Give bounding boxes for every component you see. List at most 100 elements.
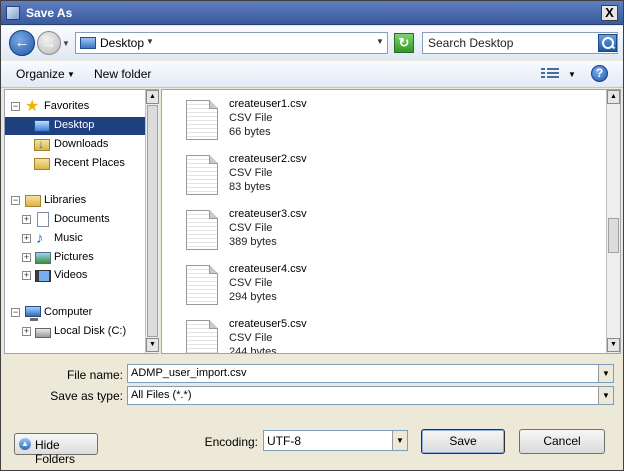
hide-folders-button[interactable]: ▲ Hide Folders xyxy=(14,433,98,466)
scroll-down-icon[interactable]: ▼ xyxy=(607,338,620,352)
file-size: 83 bytes xyxy=(229,181,271,193)
file-item[interactable]: createuser5.csv CSV File 244 bytes xyxy=(184,318,384,354)
encoding-dropdown-icon[interactable]: ▼ xyxy=(392,431,407,450)
file-type: CSV File xyxy=(229,332,273,344)
csv-file-icon xyxy=(186,320,218,353)
expand-icon[interactable]: + xyxy=(22,271,31,280)
file-type: CSV File xyxy=(229,167,273,179)
cancel-button[interactable]: Cancel xyxy=(519,429,605,454)
nav-pictures[interactable]: + Pictures xyxy=(5,249,145,267)
search-input[interactable]: Search Desktop xyxy=(428,36,513,50)
file-name: createuser1.csv xyxy=(229,98,307,110)
nav-recent-places[interactable]: Recent Places xyxy=(5,155,145,173)
collapse-icon[interactable]: − xyxy=(11,196,20,205)
organize-dropdown-icon[interactable]: ▼ xyxy=(67,70,75,79)
file-size: 244 bytes xyxy=(229,346,277,354)
libraries-icon xyxy=(25,195,41,207)
view-options-dropdown-icon[interactable]: ▼ xyxy=(568,70,576,79)
address-location: Desktop xyxy=(100,36,145,50)
save-button[interactable]: Save xyxy=(421,429,505,454)
file-list-scrollbar[interactable]: ▲ ▼ xyxy=(606,90,620,353)
nav-libraries[interactable]: − Libraries xyxy=(5,192,145,210)
expand-icon[interactable]: + xyxy=(22,327,31,336)
file-size: 294 bytes xyxy=(229,291,277,303)
file-item[interactable]: createuser3.csv CSV File 389 bytes xyxy=(184,208,384,260)
nav-label: Videos xyxy=(54,269,88,281)
title-bar[interactable]: Save As X xyxy=(1,1,623,25)
expand-icon[interactable]: + xyxy=(22,253,31,262)
documents-icon xyxy=(37,212,49,227)
address-dropdown-icon[interactable]: ▼ xyxy=(376,37,384,46)
file-name-label: File name: xyxy=(66,368,123,382)
file-name: createuser3.csv xyxy=(229,208,307,220)
change-view-icon[interactable] xyxy=(541,66,559,82)
refresh-button[interactable]: ↻ xyxy=(394,33,414,53)
scroll-thumb[interactable] xyxy=(608,218,619,253)
refresh-icon: ↻ xyxy=(398,35,410,50)
file-name: createuser4.csv xyxy=(229,263,307,275)
nav-label: Documents xyxy=(54,213,110,225)
nav-computer[interactable]: − Computer xyxy=(5,304,145,322)
recent-locations-chevron-icon[interactable]: ▼ xyxy=(62,39,70,48)
file-name: createuser2.csv xyxy=(229,153,307,165)
save-type-label: Save as type: xyxy=(50,389,123,403)
navigation-bar: ← → ▼ Desktop ▼ ▼ ↻ Search Desktop xyxy=(1,26,623,60)
nav-desktop[interactable]: Desktop xyxy=(5,117,145,135)
collapse-icon[interactable]: − xyxy=(11,102,20,111)
csv-file-icon xyxy=(186,155,218,195)
encoding-label: Encoding: xyxy=(204,435,258,449)
scroll-up-icon[interactable]: ▲ xyxy=(146,90,159,104)
recent-places-icon xyxy=(34,158,50,170)
nav-scrollbar[interactable]: ▲ ▼ xyxy=(145,90,159,353)
back-button[interactable]: ← xyxy=(9,30,35,56)
address-bar[interactable]: Desktop ▼ ▼ xyxy=(75,32,388,54)
navigation-pane: − ★ Favorites Desktop Downloads Recent P… xyxy=(4,89,159,354)
encoding-select[interactable]: UTF-8 ▼ xyxy=(263,430,408,451)
file-item[interactable]: createuser4.csv CSV File 294 bytes xyxy=(184,263,384,315)
nav-label: Pictures xyxy=(54,251,94,263)
close-button[interactable]: X xyxy=(601,5,618,21)
breadcrumb-chevron-icon[interactable]: ▼ xyxy=(146,37,154,46)
nav-label: Music xyxy=(54,232,83,244)
csv-file-icon xyxy=(186,265,218,305)
computer-icon xyxy=(25,306,41,321)
scroll-thumb[interactable] xyxy=(147,105,158,337)
nav-favorites[interactable]: − ★ Favorites xyxy=(5,98,145,116)
nav-music[interactable]: + ♪ Music xyxy=(5,230,145,248)
scroll-up-icon[interactable]: ▲ xyxy=(607,90,620,104)
search-box[interactable]: Search Desktop xyxy=(422,32,618,54)
scroll-down-icon[interactable]: ▼ xyxy=(146,338,159,352)
collapse-icon[interactable]: − xyxy=(11,308,20,317)
file-item[interactable]: createuser1.csv CSV File 66 bytes xyxy=(184,98,384,150)
nav-label: Recent Places xyxy=(54,157,125,169)
forward-button[interactable]: → xyxy=(37,31,61,55)
file-name-field[interactable]: ADMP_user_import.csv ▼ xyxy=(127,364,614,383)
file-size: 66 bytes xyxy=(229,126,271,138)
nav-documents[interactable]: + Documents xyxy=(5,211,145,229)
music-note-icon: ♪ xyxy=(36,230,44,247)
file-item[interactable]: createuser2.csv CSV File 83 bytes xyxy=(184,153,384,205)
search-icon[interactable] xyxy=(598,34,617,52)
file-name-dropdown-icon[interactable]: ▼ xyxy=(598,365,613,382)
expand-icon[interactable]: + xyxy=(22,215,31,224)
save-type-dropdown-icon[interactable]: ▼ xyxy=(598,387,613,404)
csv-file-icon xyxy=(186,210,218,250)
expand-icon[interactable]: + xyxy=(22,234,31,243)
nav-local-disk[interactable]: + Local Disk (C:) xyxy=(5,323,145,341)
nav-downloads[interactable]: Downloads xyxy=(5,136,145,154)
file-name: createuser5.csv xyxy=(229,318,307,330)
save-type-select[interactable]: All Files (*.*) ▼ xyxy=(127,386,614,405)
help-icon[interactable]: ? xyxy=(591,65,608,82)
nav-label: Libraries xyxy=(44,194,87,206)
star-icon: ★ xyxy=(25,98,40,115)
encoding-value: UTF-8 xyxy=(267,434,301,448)
file-name-value: ADMP_user_import.csv xyxy=(131,367,247,379)
nav-videos[interactable]: + Videos xyxy=(5,267,145,285)
organize-button[interactable]: Organize xyxy=(16,67,65,81)
file-type: CSV File xyxy=(229,277,273,289)
downloads-folder-icon xyxy=(34,137,50,151)
back-arrow-icon: ← xyxy=(14,34,30,51)
csv-file-icon xyxy=(186,100,218,140)
new-folder-button[interactable]: New folder xyxy=(94,67,151,81)
nav-label: Desktop xyxy=(54,119,95,131)
